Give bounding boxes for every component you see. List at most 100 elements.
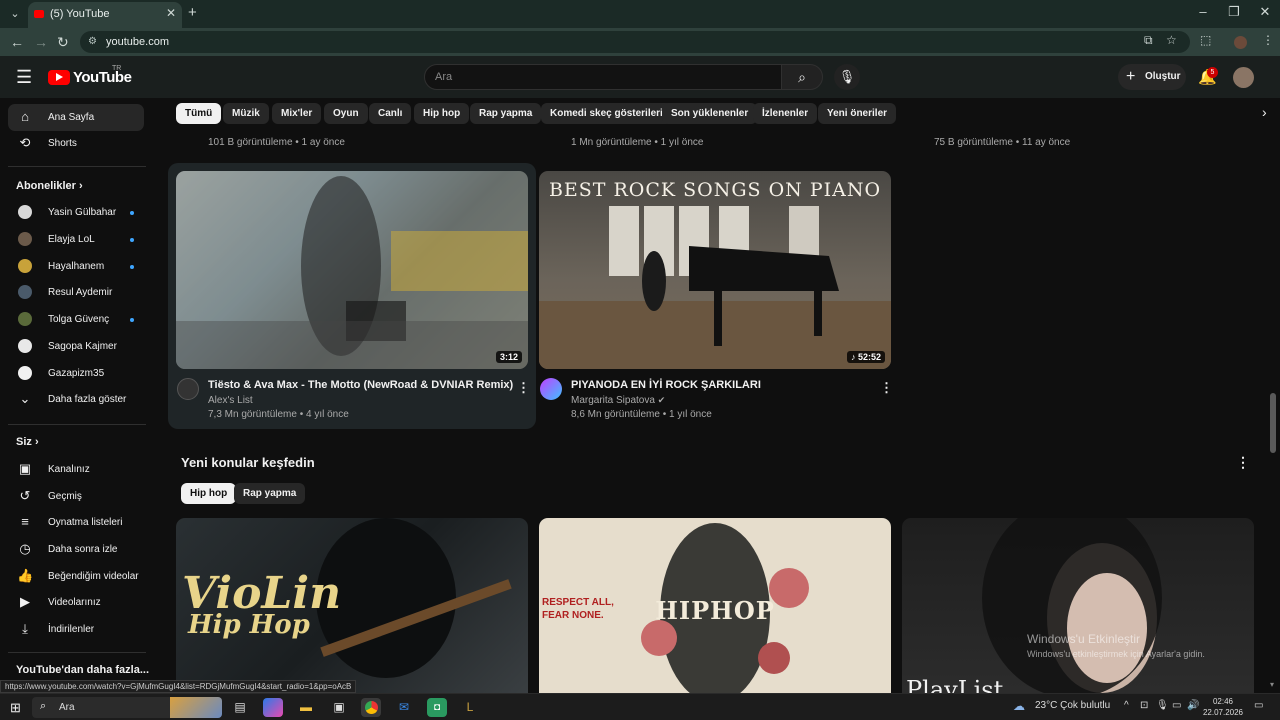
video-meta: 8,6 Mn görüntüleme • 1 yıl önce: [571, 409, 712, 420]
channel-avatar[interactable]: [540, 378, 562, 400]
scroll-down-arrow-icon[interactable]: ▾: [1270, 680, 1274, 689]
taskbar-search[interactable]: ⌕ Ara: [32, 697, 222, 718]
chips-next-arrow-icon[interactable]: ›: [1262, 104, 1267, 120]
sidebar-item-subscription[interactable]: Sagopa Kajmer: [8, 333, 144, 360]
sidebar-item-shorts[interactable]: ⟲ Shorts: [8, 130, 144, 157]
sidebar-item-your-channel[interactable]: ▣ Kanalınız: [8, 456, 144, 483]
tab-close-icon[interactable]: ✕: [166, 6, 176, 20]
sidebar-item-subscription[interactable]: Elayja LoL: [8, 226, 144, 253]
tray-mic-icon[interactable]: 🎙: [1156, 700, 1169, 711]
chrome-icon[interactable]: [361, 698, 381, 717]
channel-icon: ▣: [18, 461, 32, 476]
weather-icon: ☁: [1013, 699, 1025, 713]
new-tab-button[interactable]: +: [188, 4, 197, 21]
browser-menu-icon[interactable]: ⋮: [1262, 33, 1274, 47]
chip-comedy-sketches[interactable]: Komedi skeç gösterileri: [541, 103, 672, 124]
sidebar-item-subscription[interactable]: Yasin Gülbahar: [8, 199, 144, 226]
sidebar: ⌂ Ana Sayfa ⟲ Shorts Abonelikler › Yasin…: [0, 98, 155, 680]
explore-thumbnail[interactable]: VioLin Hip Hop: [176, 518, 528, 693]
account-avatar[interactable]: [1233, 67, 1254, 88]
volume-icon[interactable]: 🔊: [1187, 700, 1199, 711]
chip-mixes[interactable]: Mix'ler: [272, 103, 322, 124]
chip-rap[interactable]: Rap yapma: [470, 103, 542, 124]
chip-recently-uploaded[interactable]: Son yüklenenler: [662, 103, 758, 124]
chip-all[interactable]: Tümü: [176, 103, 222, 124]
sidebar-item-home[interactable]: ⌂ Ana Sayfa: [8, 104, 144, 131]
tray-chevron-icon[interactable]: ^: [1124, 700, 1129, 711]
minimize-button[interactable]: –: [1188, 4, 1218, 19]
video-thumbnail[interactable]: 3:12: [176, 171, 528, 369]
chip-gaming[interactable]: Oyun: [324, 103, 368, 124]
bookmark-star-icon[interactable]: ☆: [1166, 33, 1177, 47]
section-more-icon[interactable]: ⋮: [1236, 454, 1250, 471]
voice-search-button[interactable]: 🎙: [834, 64, 860, 90]
back-button[interactable]: ←: [10, 34, 24, 50]
mail-icon[interactable]: ✉: [394, 698, 414, 717]
weather-text[interactable]: 23°C Çok bulutlu: [1035, 700, 1110, 711]
video-thumbnail[interactable]: BEST ROCK SONGS ON PIANO ♪ 52:52: [539, 171, 891, 369]
chip-live[interactable]: Canlı: [369, 103, 412, 124]
store-icon[interactable]: ▣: [329, 698, 349, 717]
search-button[interactable]: ⌕: [781, 64, 823, 90]
explore-thumbnail[interactable]: RESPECT ALL, FEAR NONE. HIPHOP: [539, 518, 891, 693]
browser-tab[interactable]: (5) YouTube ✕: [28, 2, 182, 28]
sidebar-item-liked-videos[interactable]: 👍 Beğendiğim videolar: [8, 563, 144, 590]
channel-name[interactable]: Alex's List: [208, 395, 253, 406]
divider: [8, 166, 146, 167]
url-input[interactable]: ⚙ youtube.com: [80, 31, 1190, 53]
video-title[interactable]: PIYANODA EN İYİ ROCK ŞARKILARI: [571, 379, 761, 391]
forward-button[interactable]: →: [34, 34, 48, 50]
more-actions-icon[interactable]: ⋮: [880, 380, 893, 396]
sidebar-item-subscription[interactable]: Hayalhanem: [8, 253, 144, 280]
notification-center-icon[interactable]: ▭: [1254, 700, 1263, 711]
profile-avatar[interactable]: [1234, 36, 1247, 49]
taskbar-clock[interactable]: 02:46 22.07.2026: [1202, 696, 1244, 718]
sidebar-item-watch-later[interactable]: ◷ Daha sonra izle: [8, 536, 144, 563]
league-client-icon[interactable]: L: [460, 698, 480, 717]
game-app-icon[interactable]: ◘: [427, 698, 447, 717]
chip-new-to-you[interactable]: Yeni öneriler: [818, 103, 897, 124]
explore-chip-hip-hop[interactable]: Hip hop: [181, 483, 237, 504]
sidebar-item-label: Geçmiş: [48, 491, 82, 502]
explore-chip-rap[interactable]: Rap yapma: [234, 483, 306, 504]
sidebar-item-playlists[interactable]: ≡ Oynatma listeleri: [8, 509, 144, 536]
file-explorer-icon[interactable]: ▬: [296, 698, 316, 717]
subscriptions-title: Abonelikler: [16, 180, 76, 192]
sidebar-item-your-videos[interactable]: ▶ Videolarınız: [8, 589, 144, 616]
restore-button[interactable]: ❐: [1219, 4, 1249, 20]
sidebar-item-subscription[interactable]: Resul Aydemir: [8, 279, 144, 306]
search-input[interactable]: Ara: [424, 64, 782, 90]
reload-button[interactable]: ↻: [57, 34, 69, 51]
tab-search-button[interactable]: ⌄: [4, 5, 26, 23]
channel-name[interactable]: Margarita Sipatova ✔: [571, 395, 665, 406]
install-app-icon[interactable]: ⧉: [1144, 33, 1153, 48]
site-info-icon[interactable]: ⚙: [88, 36, 97, 47]
close-window-button[interactable]: ✕: [1250, 4, 1280, 20]
windows-start-icon[interactable]: ⊞: [10, 700, 21, 716]
sidebar-item-subscription[interactable]: Gazapizm35: [8, 360, 144, 387]
sidebar-item-downloads[interactable]: ⤓ İndirilenler: [8, 616, 144, 643]
chip-music[interactable]: Müzik: [223, 103, 269, 124]
create-button[interactable]: + Oluştur: [1118, 64, 1186, 90]
activation-watermark-title: Windows'u Etkinleştir: [1027, 632, 1140, 646]
channel-avatar[interactable]: [177, 378, 199, 400]
extensions-icon[interactable]: ⬚: [1200, 33, 1211, 47]
task-view-icon[interactable]: ▤: [230, 698, 250, 717]
page-scrollbar[interactable]: [1270, 393, 1276, 453]
more-actions-icon[interactable]: ⋮: [517, 380, 530, 396]
sidebar-item-history[interactable]: ↺ Geçmiş: [8, 483, 144, 510]
you-heading[interactable]: Siz ›: [16, 436, 39, 448]
copilot-icon[interactable]: [263, 698, 283, 717]
chip-hip-hop[interactable]: Hip hop: [414, 103, 470, 124]
subscriptions-heading[interactable]: Abonelikler ›: [16, 180, 83, 192]
chip-watched[interactable]: İzlenenler: [753, 103, 818, 124]
network-icon[interactable]: ▭: [1172, 700, 1181, 711]
more-from-youtube-heading: YouTube'dan daha fazla...: [16, 664, 149, 676]
hamburger-menu-icon[interactable]: ☰: [16, 67, 32, 88]
show-more-button[interactable]: ⌄ Daha fazla göster: [8, 386, 144, 413]
video-title[interactable]: Tiësto & Ava Max - The Motto (NewRoad & …: [208, 379, 513, 391]
explore-thumbnail[interactable]: PlayList: [902, 518, 1254, 693]
tray-app-icon[interactable]: ⊡: [1140, 700, 1148, 711]
notification-badge: 5: [1207, 67, 1218, 78]
sidebar-item-subscription[interactable]: Tolga Güvenç: [8, 306, 144, 333]
